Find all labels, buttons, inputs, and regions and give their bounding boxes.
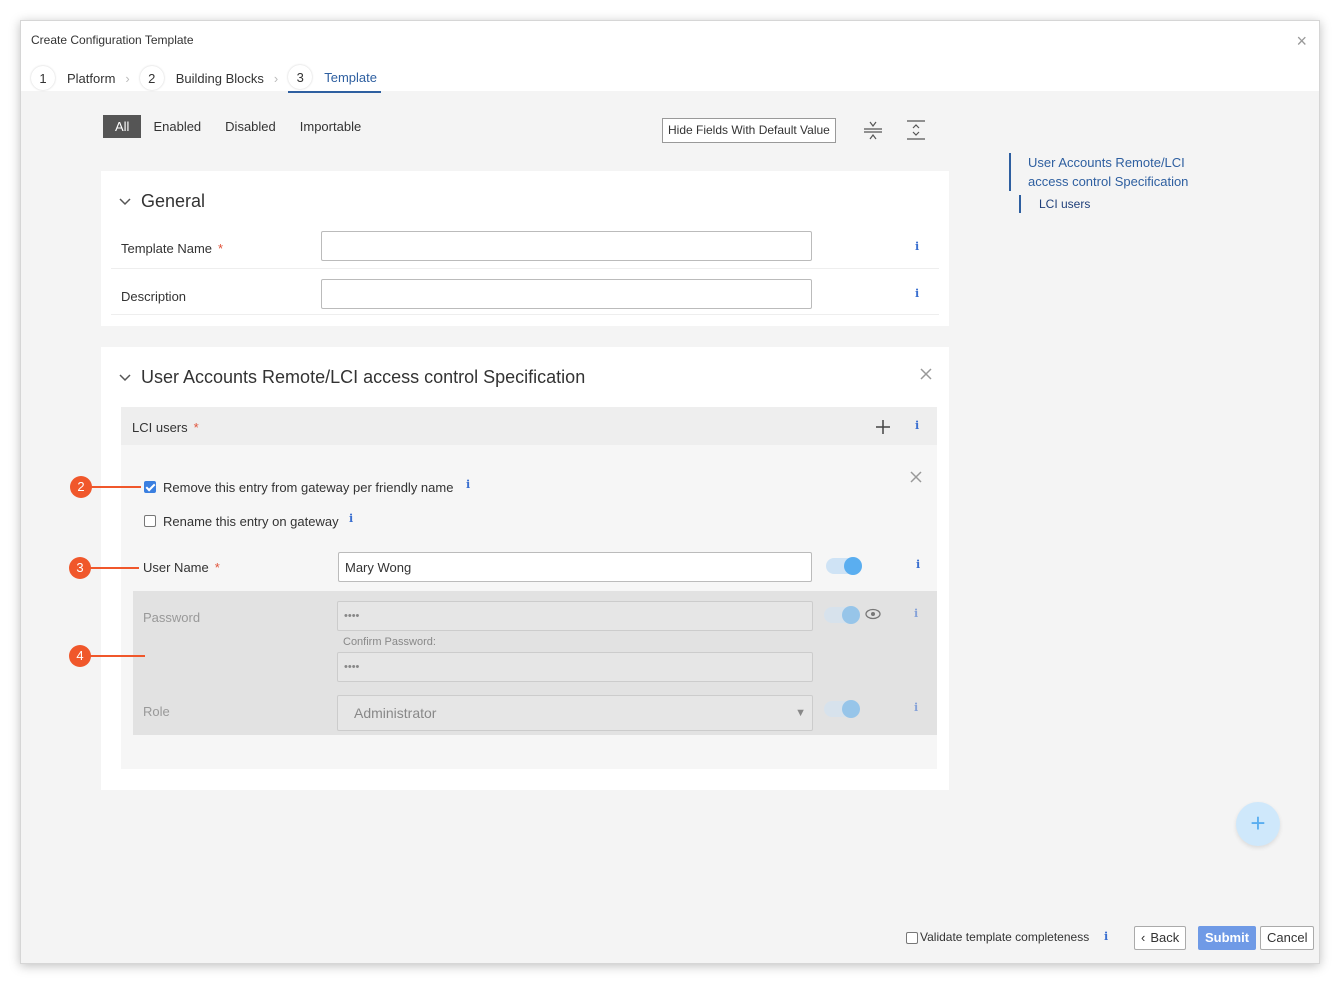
info-icon[interactable]: i xyxy=(914,701,918,714)
password-role-block: Password •••• i Confirm Password: •••• R… xyxy=(133,591,937,735)
add-entry-icon[interactable] xyxy=(875,419,891,435)
section-title: User Accounts Remote/LCI access control … xyxy=(141,367,586,387)
filter-tabs: All Enabled Disabled Importable xyxy=(103,115,373,138)
chevron-right-icon: › xyxy=(125,70,130,86)
user-name-label: User Name * xyxy=(143,560,220,575)
info-icon[interactable]: i xyxy=(915,240,919,253)
dialog-close-icon[interactable]: × xyxy=(1296,31,1307,52)
add-floating-button[interactable]: + xyxy=(1236,802,1280,846)
dialog-title: Create Configuration Template xyxy=(31,33,194,47)
confirm-password-input[interactable]: •••• xyxy=(337,652,813,682)
expand-all-icon[interactable] xyxy=(905,119,927,141)
callout-badge: 3 xyxy=(69,557,91,579)
remove-entry-checkbox[interactable] xyxy=(144,481,156,493)
rename-entry-checkbox[interactable] xyxy=(144,515,156,527)
info-icon[interactable]: i xyxy=(466,478,470,491)
callout-line xyxy=(91,486,141,488)
hide-default-fields-button[interactable]: Hide Fields With Default Value xyxy=(662,118,836,143)
toggle-knob xyxy=(842,606,860,624)
lci-users-header: LCI users * i xyxy=(121,407,937,445)
toggle-knob xyxy=(844,557,862,575)
step-platform[interactable]: 1 Platform › xyxy=(31,63,130,93)
field-label: Template Name * xyxy=(121,241,224,256)
eye-icon[interactable] xyxy=(865,607,881,621)
step-building-blocks[interactable]: 2 Building Blocks › xyxy=(139,63,279,93)
callout-badge: 4 xyxy=(69,645,91,667)
description-input[interactable] xyxy=(321,279,812,309)
section-title: General xyxy=(141,191,206,211)
required-mark: * xyxy=(193,420,199,435)
password-toggle[interactable] xyxy=(824,606,860,624)
callout-line xyxy=(90,567,139,569)
filter-importable[interactable]: Importable xyxy=(288,115,373,138)
user-name-toggle[interactable] xyxy=(826,557,862,575)
access-control-spec-section: User Accounts Remote/LCI access control … xyxy=(101,347,949,790)
general-section: General Template Name * i Description i xyxy=(101,171,949,326)
info-icon[interactable]: i xyxy=(915,287,919,300)
role-toggle[interactable] xyxy=(824,700,860,718)
user-name-input[interactable] xyxy=(338,552,812,582)
wizard-steps: 1 Platform › 2 Building Blocks › 3 Templ… xyxy=(31,63,391,93)
callout-badge: 2 xyxy=(70,476,92,498)
info-icon[interactable]: i xyxy=(1104,930,1108,943)
template-name-input[interactable] xyxy=(321,231,812,261)
info-icon[interactable]: i xyxy=(916,558,920,571)
chevron-down-icon[interactable] xyxy=(117,370,133,386)
description-row: Description i xyxy=(111,269,939,315)
template-name-row: Template Name * i xyxy=(111,223,939,269)
required-mark: * xyxy=(218,241,224,256)
info-icon[interactable]: i xyxy=(349,512,353,525)
confirm-password-label: Confirm Password: xyxy=(343,636,436,648)
password-input[interactable]: •••• xyxy=(337,601,813,631)
remove-entry-label: Remove this entry from gateway per frien… xyxy=(163,480,454,495)
filter-enabled[interactable]: Enabled xyxy=(141,115,213,138)
step-number: 3 xyxy=(288,65,313,89)
step-template[interactable]: 3 Template xyxy=(288,63,381,93)
step-number: 1 xyxy=(31,66,55,90)
back-button[interactable]: ‹ Back xyxy=(1134,926,1187,950)
step-label: Template xyxy=(324,69,377,85)
spec-header[interactable]: User Accounts Remote/LCI access control … xyxy=(117,367,585,388)
step-label: Platform xyxy=(67,70,116,86)
caret-down-icon: ▼ xyxy=(795,707,806,719)
chevron-down-icon[interactable] xyxy=(117,194,133,210)
dialog-header: Create Configuration Template × 1 Platfo… xyxy=(21,21,1319,93)
filter-disabled[interactable]: Disabled xyxy=(213,115,288,138)
password-label: Password xyxy=(143,610,201,625)
role-value: Administrator xyxy=(354,705,437,721)
filter-all[interactable]: All xyxy=(103,115,142,138)
field-label: Description xyxy=(121,289,187,304)
create-template-dialog: Create Configuration Template × 1 Platfo… xyxy=(20,20,1320,964)
lci-users-label: LCI users * xyxy=(132,420,199,435)
cancel-button[interactable]: Cancel xyxy=(1260,926,1315,950)
collapse-all-icon[interactable] xyxy=(862,119,884,141)
required-mark: * xyxy=(214,560,220,575)
rename-entry-label: Rename this entry on gateway xyxy=(163,514,339,529)
step-number: 2 xyxy=(139,66,164,90)
toggle-knob xyxy=(842,700,860,718)
role-label: Role xyxy=(143,704,170,719)
remove-entry-icon[interactable] xyxy=(909,470,923,484)
chevron-left-icon: ‹ xyxy=(1141,930,1146,945)
validate-completeness-checkbox[interactable] xyxy=(906,932,918,944)
info-icon[interactable]: i xyxy=(915,419,919,432)
callout-line xyxy=(90,655,145,657)
role-select[interactable]: Administrator ▼ xyxy=(337,695,813,731)
submit-button[interactable]: Submit xyxy=(1198,926,1257,950)
info-icon[interactable]: i xyxy=(914,607,918,620)
validate-completeness-label: Validate template completeness xyxy=(920,930,1090,944)
chevron-right-icon: › xyxy=(273,70,279,86)
step-label: Building Blocks xyxy=(175,70,264,86)
remove-section-icon[interactable] xyxy=(919,367,933,381)
section-outline: User Accounts Remote/LCI access control … xyxy=(1009,153,1209,213)
outline-item-lci-users[interactable]: LCI users xyxy=(1019,195,1209,213)
general-header[interactable]: General xyxy=(117,191,205,212)
lci-users-panel: LCI users * i Remove this entry from gate… xyxy=(121,407,937,769)
outline-item-spec[interactable]: User Accounts Remote/LCI access control … xyxy=(1009,153,1209,191)
